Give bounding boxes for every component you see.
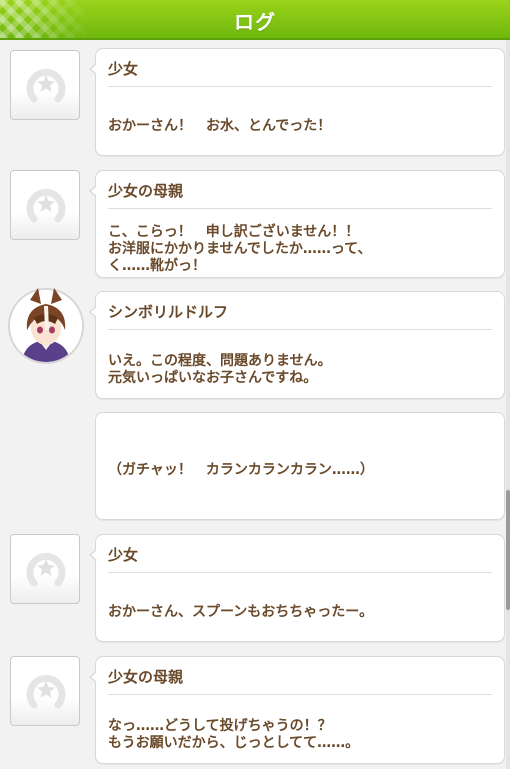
avatar	[10, 534, 80, 604]
horseshoe-star-icon	[26, 674, 66, 709]
message-line: （ガチャッ！ カランカランカラン……）	[108, 462, 374, 478]
horse-girl-portrait	[10, 288, 82, 362]
divider	[108, 329, 492, 330]
divider	[108, 694, 492, 695]
message-line: 元気いっぱいなお子さんですね。	[108, 370, 318, 386]
message-line: おかーさん！ お水、とんでった！	[108, 118, 332, 134]
avatar	[10, 170, 80, 240]
horseshoe-star-icon	[26, 68, 66, 103]
avatar	[10, 656, 80, 726]
scrollbar-thumb[interactable]	[506, 490, 510, 610]
character-avatar	[10, 288, 82, 362]
message-line: く……靴がっ！	[108, 258, 206, 274]
message-bubble: 少女 おかーさん、スプーンもおちちゃったー。	[89, 534, 505, 642]
narration-bubble: （ガチャッ！ カランカランカラン……）	[95, 412, 505, 520]
horseshoe-star-icon	[26, 188, 66, 223]
header-bar: ログ	[0, 0, 510, 40]
message-bubble: 少女の母親 こ、こらっ！ 申し訳ございません！！ お洋服にかかりませんでしたか……	[89, 170, 505, 278]
speaker-name: 少女	[108, 546, 139, 564]
speaker-name: 少女	[108, 60, 139, 78]
scrollbar-track[interactable]	[506, 40, 510, 769]
horseshoe-star-icon	[26, 552, 66, 587]
divider	[108, 86, 492, 87]
divider	[108, 572, 492, 573]
message-line: もうお願いだから、じっとしてて……。	[108, 735, 360, 751]
speaker-name: 少女の母親	[108, 182, 184, 200]
speaker-name: 少女の母親	[108, 668, 184, 686]
page-title: ログ	[234, 10, 276, 34]
speaker-name: シンボリルドルフ	[108, 303, 229, 321]
message-bubble: シンボリルドルフ いえ。この程度、問題ありません。 元気いっぱいなお子さんですね…	[89, 291, 505, 399]
avatar	[10, 50, 80, 120]
message-bubble: 少女 おかーさん！ お水、とんでった！	[89, 48, 505, 156]
message-line: おかーさん、スプーンもおちちゃったー。	[108, 604, 374, 620]
message-bubble: 少女の母親 なっ……どうして投げちゃうの！？ もうお願いだから、じっとしてて………	[89, 656, 505, 764]
divider	[108, 208, 492, 209]
